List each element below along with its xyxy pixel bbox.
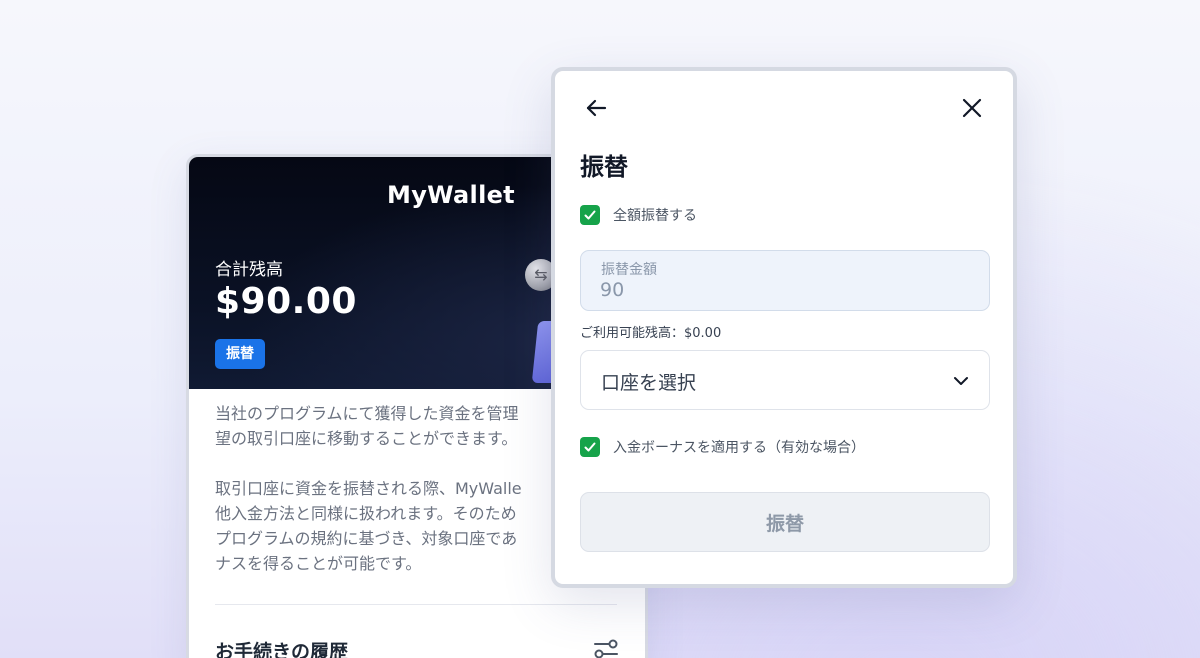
bonus-label: 入金ボーナスを適用する（有効な場合） [613, 440, 865, 456]
transfer-button[interactable]: 振替 [215, 339, 265, 369]
amount-field[interactable]: 振替金額 [580, 250, 990, 311]
filter-sliders-icon[interactable] [593, 637, 619, 658]
chevron-down-icon [951, 371, 971, 391]
transfer-modal: 振替 全額振替する 振替金額 ご利用可能残高：$0.00 口座を選択 入金ボーナ… [551, 67, 1017, 588]
arrow-left-icon[interactable] [581, 93, 611, 123]
bonus-checkbox[interactable]: 入金ボーナスを適用する（有効な場合） [580, 437, 865, 457]
history-title: お手続きの履歴 [215, 641, 349, 658]
modal-title: 振替 [580, 153, 628, 181]
check-icon[interactable] [580, 437, 600, 457]
account-select-label: 口座を選択 [601, 372, 697, 394]
divider [215, 604, 617, 605]
full-transfer-checkbox[interactable]: 全額振替する [580, 205, 697, 225]
balance-label: 合計残高 [215, 260, 283, 280]
full-transfer-label: 全額振替する [613, 208, 697, 224]
account-select[interactable]: 口座を選択 [580, 350, 990, 410]
available-balance: ご利用可能残高：$0.00 [580, 326, 722, 341]
amount-input[interactable] [600, 277, 960, 303]
close-icon[interactable] [957, 93, 987, 123]
check-icon[interactable] [580, 205, 600, 225]
balance-value: $90.00 [215, 281, 357, 322]
amount-label: 振替金額 [601, 262, 657, 278]
submit-transfer-button[interactable]: 振替 [580, 492, 990, 552]
